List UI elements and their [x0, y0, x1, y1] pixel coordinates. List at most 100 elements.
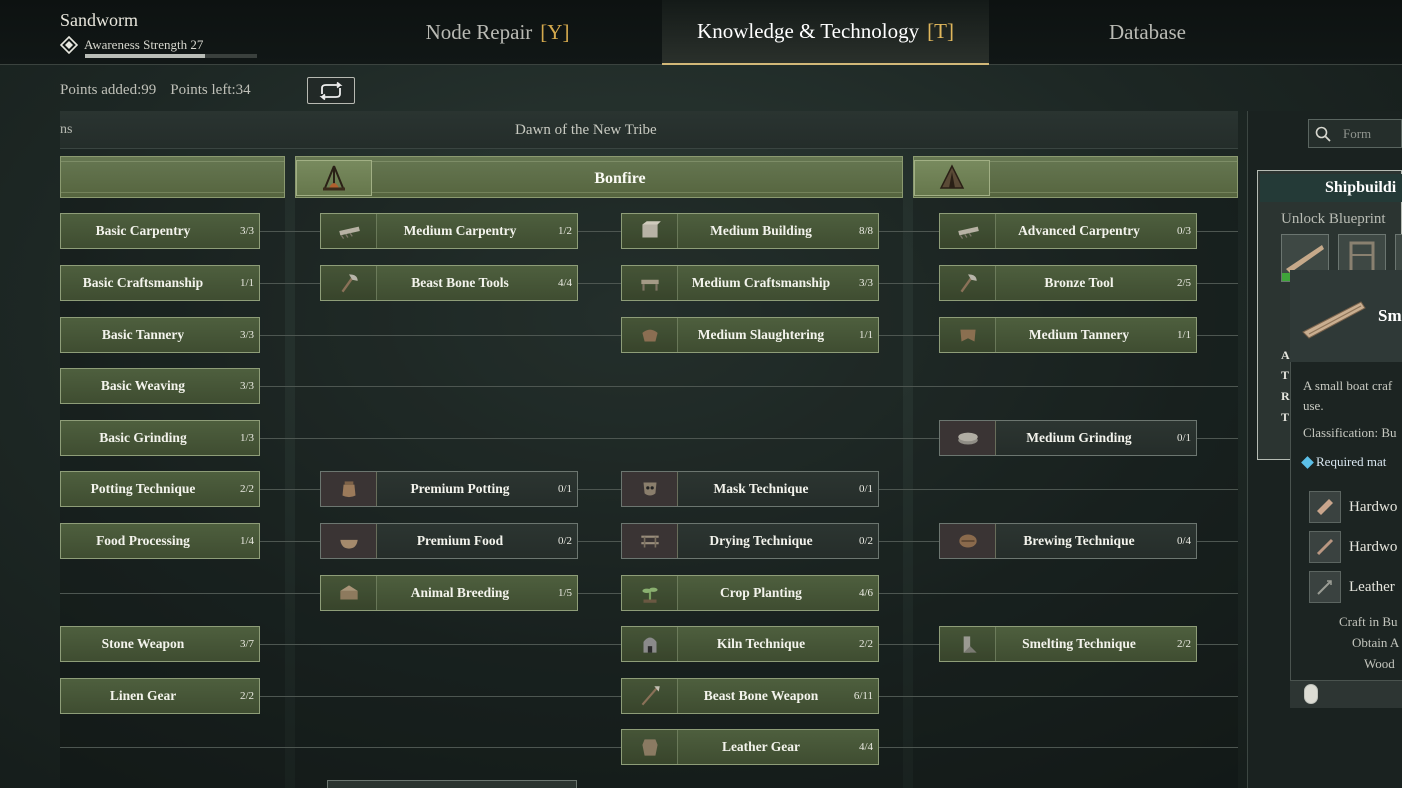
rack-icon	[640, 535, 659, 548]
previous-tree-title: ns	[60, 122, 73, 137]
tooltip-desc-line: use.	[1303, 398, 1324, 413]
node-icon-slot	[940, 266, 996, 300]
node-label: Medium Slaughtering	[697, 327, 825, 342]
node-label: Basic Craftsmanship	[82, 275, 204, 290]
tab-knowledge-technology[interactable]: Knowledge & Technology [T]	[662, 0, 989, 65]
tooltip-craft-location: Craft in Bu	[1339, 614, 1398, 629]
tech-node-basic-craftsmanship[interactable]: Basic Craftsmanship 1/1	[60, 265, 260, 301]
node-progress-count: 2/2	[239, 690, 254, 702]
node-progress-count: 0/3	[1176, 225, 1191, 237]
node-progress-count: 3/3	[239, 380, 254, 392]
node-progress-count: 0/4	[1176, 535, 1191, 547]
diamond-bullet-icon	[1301, 455, 1314, 469]
tech-node-linen-gear[interactable]: Linen Gear 2/2	[60, 678, 260, 714]
mask-icon	[643, 482, 656, 496]
node-label: Beast Bone Weapon	[703, 688, 819, 703]
tab-database[interactable]: Database	[1050, 0, 1245, 65]
tech-node-brewing-technique[interactable]: Brewing Technique 0/4	[939, 523, 1197, 559]
node-label: Bronze Tool	[1044, 275, 1114, 290]
reset-points-button[interactable]	[307, 77, 355, 104]
search-input[interactable]: Form	[1308, 119, 1402, 148]
tech-node-animal-breeding[interactable]: Animal Breeding 1/5	[320, 575, 578, 611]
points-added: Points added:99	[60, 82, 157, 98]
node-label: Medium Craftsmanship	[691, 275, 831, 290]
hardwood-plank-icon	[1309, 491, 1341, 523]
tech-node-beast-bone-weapon[interactable]: Beast Bone Weapon 6/11	[621, 678, 879, 714]
card-text-r: R	[1281, 389, 1290, 403]
awareness-strength: Awareness Strength 27	[60, 36, 203, 54]
tech-node-medium-craftsmanship[interactable]: Medium Craftsmanship 3/3	[621, 265, 879, 301]
card-text-t2: T	[1281, 410, 1290, 424]
awareness-progress-fill	[85, 54, 206, 58]
tech-node-kiln-technique[interactable]: Kiln Technique 2/2	[621, 626, 879, 662]
tech-node-basic-grinding[interactable]: Basic Grinding 1/3	[60, 420, 260, 456]
node-progress-count: 1/2	[557, 225, 572, 237]
tech-node-stone-weapon[interactable]: Stone Weapon 3/7	[60, 626, 260, 662]
tech-node-advanced-carpentry[interactable]: Advanced Carpentry 0/3	[939, 213, 1197, 249]
tech-node-bronze-tool[interactable]: Bronze Tool 2/5	[939, 265, 1197, 301]
node-progress-count: 1/5	[557, 587, 572, 599]
tech-node-food-processing[interactable]: Food Processing 1/4	[60, 523, 260, 559]
tech-node-basic-tannery[interactable]: Basic Tannery 3/3	[60, 317, 260, 353]
sprout-icon	[641, 587, 658, 603]
node-label: Basic Grinding	[99, 430, 187, 445]
node-icon-slot	[940, 214, 996, 248]
tech-node-potting-technique[interactable]: Potting Technique 2/2	[60, 471, 260, 507]
node-progress-count: 2/2	[858, 638, 873, 650]
node-label: Premium Food	[416, 533, 504, 548]
node-icon-slot	[321, 214, 377, 248]
bonfire-column-title: Bonfire	[594, 170, 646, 187]
tech-node-leather-gear[interactable]: Leather Gear 4/4	[621, 729, 879, 765]
node-label: Medium Building	[710, 223, 812, 238]
tab-node-repair[interactable]: Node Repair [Y]	[395, 0, 600, 65]
column-backdrop	[913, 156, 1238, 788]
tech-node-mask-technique[interactable]: Mask Technique 0/1	[621, 471, 879, 507]
tab-hotkey: [T]	[927, 19, 954, 43]
tooltip-description: A small boat craf use.	[1303, 376, 1402, 416]
node-label: Brewing Technique	[1023, 533, 1135, 548]
tech-node-medium-building[interactable]: Medium Building 8/8	[621, 213, 879, 249]
tech-node-medium-tannery[interactable]: Medium Tannery 1/1	[939, 317, 1197, 353]
tech-node-medium-carpentry[interactable]: Medium Carpentry 1/2	[320, 213, 578, 249]
tech-node-premium-potting[interactable]: Premium Potting 0/1	[320, 471, 578, 507]
tech-node-crop-planting[interactable]: Crop Planting 4/6	[621, 575, 879, 611]
node-label: Medium Grinding	[1026, 430, 1132, 445]
tech-node-basic-weaving[interactable]: Basic Weaving 3/3	[60, 368, 260, 404]
node-icon-slot	[622, 730, 678, 764]
pen-icon	[339, 585, 358, 600]
leather-icon	[1309, 571, 1341, 603]
cask-icon	[958, 534, 977, 548]
tech-node-smelting-technique[interactable]: Smelting Technique 2/2	[939, 626, 1197, 662]
saw-icon	[338, 226, 360, 239]
tech-node-beast-bone-tools[interactable]: Beast Bone Tools 4/4	[320, 265, 578, 301]
node-label: Premium Potting	[410, 481, 510, 496]
node-label: Basic Tannery	[101, 327, 185, 342]
tech-node-drying-technique[interactable]: Drying Technique 0/2	[621, 523, 879, 559]
column-header-left	[60, 156, 285, 198]
node-progress-count: 2/2	[239, 483, 254, 495]
tech-node-premium-food[interactable]: Premium Food 0/2	[320, 523, 578, 559]
material-name: Hardwo	[1349, 498, 1398, 515]
awareness-icon	[60, 36, 78, 54]
node-icon-slot	[622, 576, 678, 610]
points-left: Points left:34	[170, 82, 251, 98]
material-name: Leather	[1349, 578, 1395, 595]
node-progress-count: 0/2	[557, 535, 572, 547]
node-icon-slot	[321, 524, 377, 558]
node-icon-slot	[940, 318, 996, 352]
tech-node-medium-slaughtering[interactable]: Medium Slaughtering 1/1	[621, 317, 879, 353]
search-placeholder: Form	[1343, 125, 1372, 141]
node-progress-count: 1/1	[1176, 329, 1191, 341]
tech-node-basic-carpentry[interactable]: Basic Carpentry 3/3	[60, 213, 260, 249]
node-icon-slot	[622, 214, 678, 248]
tech-node-medium-grinding[interactable]: Medium Grinding 0/1	[939, 420, 1197, 456]
node-progress-count: 1/1	[239, 277, 254, 289]
node-label: Mask Technique	[713, 481, 809, 496]
hide-icon	[959, 329, 976, 342]
node-progress-count: 0/1	[858, 483, 873, 495]
tech-node-partial[interactable]	[327, 780, 577, 788]
tooltip-item-name: Sm	[1378, 306, 1402, 325]
node-icon-slot	[622, 266, 678, 300]
material-name: Hardwo	[1349, 538, 1398, 555]
tab-label: Database	[1109, 20, 1186, 44]
